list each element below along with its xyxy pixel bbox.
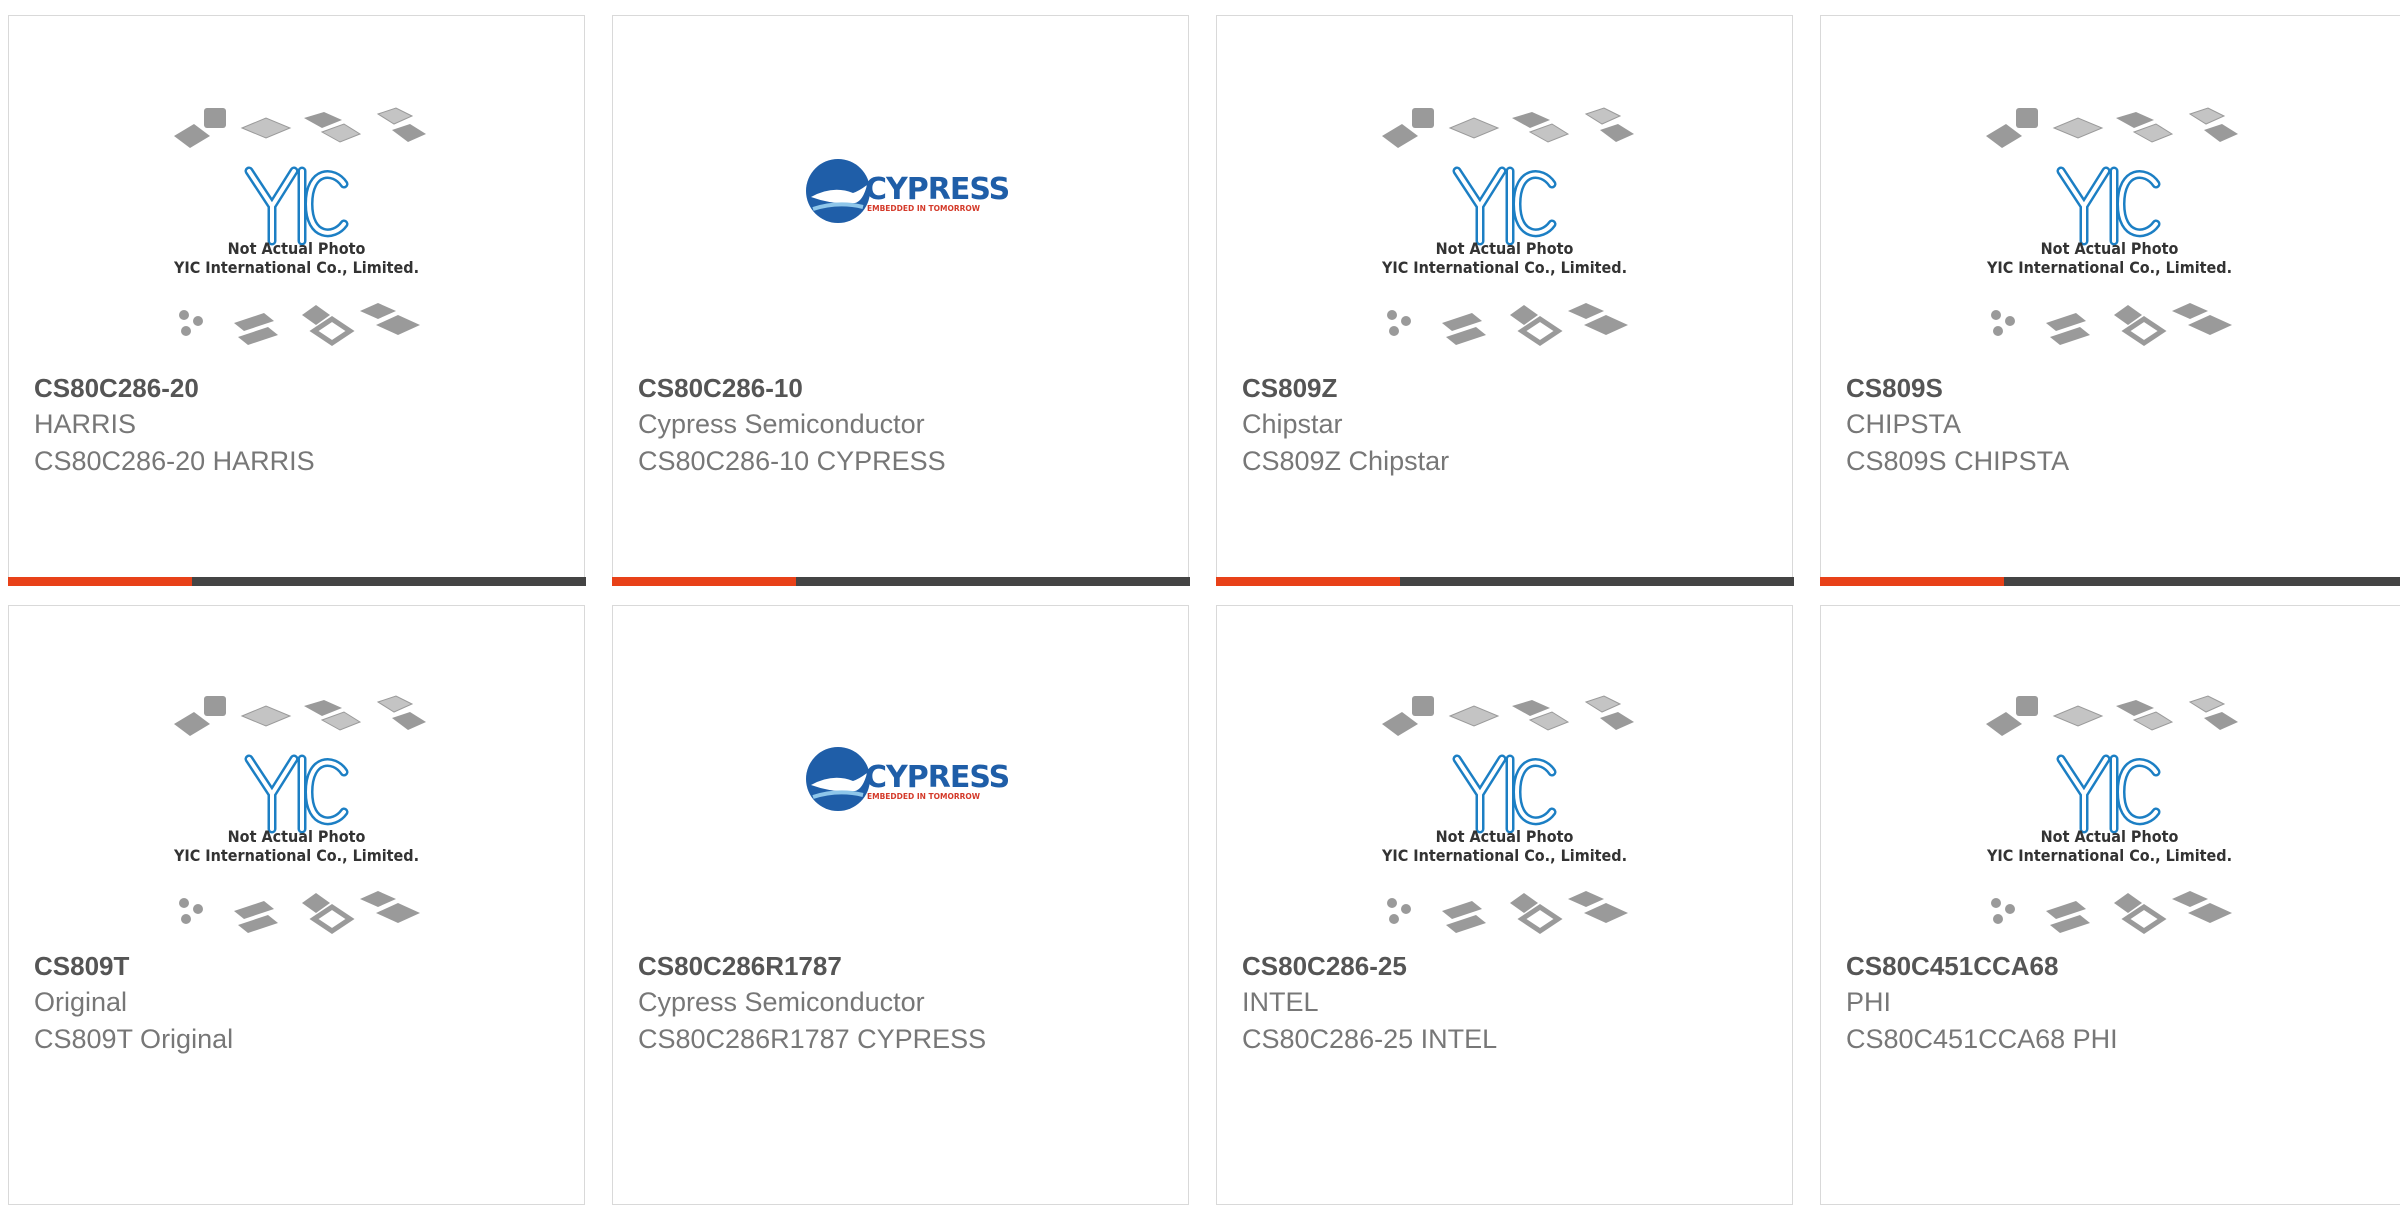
not-actual-photo-label: Not Actual Photo	[9, 827, 584, 846]
yic-company-label: YIC International Co., Limited.	[9, 258, 584, 277]
card-accent	[1216, 577, 1400, 586]
not-actual-photo-label: Not Actual Photo	[1821, 239, 2398, 258]
product-card[interactable]: Not Actual Photo YIC International Co., …	[1820, 605, 2400, 1205]
product-grid: Not Actual Photo YIC International Co., …	[0, 0, 2400, 1167]
yic-company-label: YIC International Co., Limited.	[1217, 846, 1792, 865]
part-number[interactable]: CS80C451CCA68	[1846, 951, 2058, 982]
cypress-logo: CYPRESSEMBEDDED IN TOMORROW	[793, 739, 1023, 819]
product-image[interactable]: CYPRESSEMBEDDED IN TOMORROW	[613, 16, 1188, 356]
description: CS809Z Chipstar	[1242, 446, 1449, 477]
chip-packages-icon	[164, 106, 444, 166]
card-footer-bar	[1820, 577, 2400, 586]
product-image[interactable]: Not Actual Photo YIC International Co., …	[1217, 606, 1792, 946]
chip-packages-icon	[1372, 301, 1652, 356]
description: CS80C286R1787 CYPRESS	[638, 1024, 986, 1055]
description: CS80C286-20 HARRIS	[34, 446, 315, 477]
yic-logo	[2056, 754, 2166, 834]
part-number[interactable]: CS80C286-25	[1242, 951, 1407, 982]
yic-company-label: YIC International Co., Limited.	[1821, 258, 2398, 277]
product-card[interactable]: CYPRESSEMBEDDED IN TOMORROW CS80C286-10 …	[612, 15, 1189, 585]
product-card[interactable]: Not Actual Photo YIC International Co., …	[1216, 605, 1793, 1205]
card-footer-bar	[612, 577, 1190, 586]
product-card[interactable]: Not Actual Photo YIC International Co., …	[8, 605, 585, 1205]
product-image[interactable]: Not Actual Photo YIC International Co., …	[9, 16, 584, 356]
part-number[interactable]: CS809Z	[1242, 373, 1337, 404]
manufacturer: PHI	[1846, 987, 1891, 1018]
part-number[interactable]: CS809T	[34, 951, 129, 982]
yic-company-label: YIC International Co., Limited.	[1217, 258, 1792, 277]
part-number[interactable]: CS809S	[1846, 373, 1943, 404]
svg-text:EMBEDDED IN TOMORROW: EMBEDDED IN TOMORROW	[867, 792, 981, 801]
part-number[interactable]: CS80C286-20	[34, 373, 199, 404]
yic-logo	[2056, 166, 2166, 246]
manufacturer: CHIPSTA	[1846, 409, 1961, 440]
yic-logo	[244, 166, 354, 246]
product-card[interactable]: Not Actual Photo YIC International Co., …	[8, 15, 585, 585]
card-accent	[1820, 577, 2004, 586]
manufacturer: INTEL	[1242, 987, 1319, 1018]
manufacturer: Chipstar	[1242, 409, 1343, 440]
yic-logo	[1452, 754, 1562, 834]
product-card[interactable]: CYPRESSEMBEDDED IN TOMORROW CS80C286R178…	[612, 605, 1189, 1205]
chip-packages-icon	[1372, 889, 1652, 944]
manufacturer: Original	[34, 987, 127, 1018]
yic-company-label: YIC International Co., Limited.	[9, 846, 584, 865]
cypress-logo: CYPRESSEMBEDDED IN TOMORROW	[793, 151, 1023, 231]
description: CS80C286-10 CYPRESS	[638, 446, 946, 477]
svg-text:CYPRESS: CYPRESS	[865, 760, 1009, 795]
yic-logo	[244, 754, 354, 834]
description: CS809T Original	[34, 1024, 233, 1055]
yic-logo	[1452, 166, 1562, 246]
product-card[interactable]: Not Actual Photo YIC International Co., …	[1216, 15, 1793, 585]
product-image[interactable]: Not Actual Photo YIC International Co., …	[1821, 606, 2400, 946]
svg-text:EMBEDDED IN TOMORROW: EMBEDDED IN TOMORROW	[867, 204, 981, 213]
not-actual-photo-label: Not Actual Photo	[1217, 827, 1792, 846]
description: CS809S CHIPSTA	[1846, 446, 2069, 477]
not-actual-photo-label: Not Actual Photo	[1217, 239, 1792, 258]
chip-packages-icon	[164, 301, 444, 356]
card-footer-bar	[1216, 577, 1794, 586]
yic-company-label: YIC International Co., Limited.	[1821, 846, 2398, 865]
not-actual-photo-label: Not Actual Photo	[9, 239, 584, 258]
chip-packages-icon	[1976, 889, 2256, 944]
card-accent	[612, 577, 796, 586]
product-image[interactable]: Not Actual Photo YIC International Co., …	[1217, 16, 1792, 356]
chip-packages-icon	[1976, 301, 2256, 356]
product-image[interactable]: Not Actual Photo YIC International Co., …	[1821, 16, 2400, 356]
chip-packages-icon	[1372, 694, 1652, 754]
part-number[interactable]: CS80C286-10	[638, 373, 803, 404]
product-card[interactable]: Not Actual Photo YIC International Co., …	[1820, 15, 2400, 585]
chip-packages-icon	[164, 889, 444, 944]
card-accent	[8, 577, 192, 586]
chip-packages-icon	[164, 694, 444, 754]
part-number[interactable]: CS80C286R1787	[638, 951, 842, 982]
svg-text:CYPRESS: CYPRESS	[865, 172, 1009, 207]
not-actual-photo-label: Not Actual Photo	[1821, 827, 2398, 846]
manufacturer: Cypress Semiconductor	[638, 409, 925, 440]
description: CS80C286-25 INTEL	[1242, 1024, 1497, 1055]
product-image[interactable]: Not Actual Photo YIC International Co., …	[9, 606, 584, 946]
product-image[interactable]: CYPRESSEMBEDDED IN TOMORROW	[613, 606, 1188, 946]
manufacturer: Cypress Semiconductor	[638, 987, 925, 1018]
description: CS80C451CCA68 PHI	[1846, 1024, 2118, 1055]
manufacturer: HARRIS	[34, 409, 136, 440]
chip-packages-icon	[1976, 106, 2256, 166]
chip-packages-icon	[1372, 106, 1652, 166]
card-footer-bar	[8, 577, 586, 586]
chip-packages-icon	[1976, 694, 2256, 754]
